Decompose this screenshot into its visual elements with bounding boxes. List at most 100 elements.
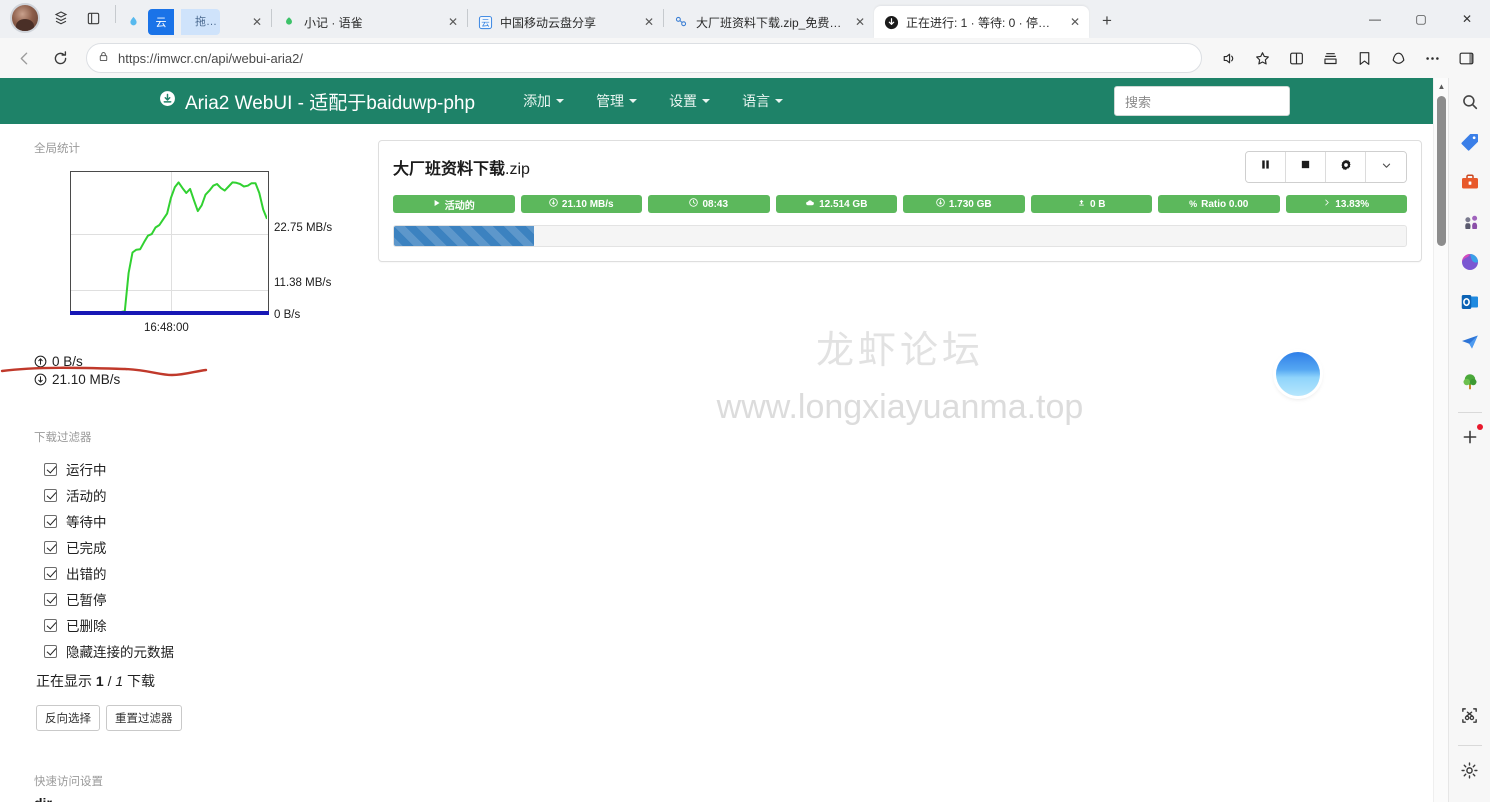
checkbox-icon[interactable] — [44, 462, 57, 476]
tab-close-icon[interactable]: ✕ — [641, 14, 657, 30]
app-brand[interactable]: Aria2 WebUI - 适配于baiduwp-php — [159, 88, 475, 115]
percent-icon: % — [1189, 198, 1198, 209]
nav-item-add[interactable]: 添加 — [507, 91, 580, 111]
navbar-links: 添加 管理 设置 语言 — [507, 91, 799, 111]
maximize-button[interactable]: ▢ — [1398, 0, 1444, 38]
browser-toolbar: https://imwcr.cn/api/webui-aria2/ — [0, 38, 1490, 78]
back-icon[interactable] — [8, 42, 40, 74]
pause-button[interactable] — [1246, 152, 1286, 182]
new-tab-button[interactable]: + — [1093, 7, 1121, 35]
minimize-button[interactable]: — — [1352, 0, 1398, 38]
play-icon — [433, 199, 441, 210]
settings-gear-icon[interactable] — [1454, 754, 1486, 786]
outlook-icon[interactable] — [1454, 286, 1486, 318]
nav-item-language-label: 语言 — [742, 93, 771, 109]
invert-selection-button[interactable]: 反向选择 — [36, 705, 100, 731]
scrollbar-thumb[interactable] — [1437, 96, 1446, 246]
chart-ytick-3: 0 B/s — [274, 309, 301, 321]
tab-close-icon[interactable]: ✕ — [445, 14, 461, 30]
quick-access-title: 快速访问设置 — [34, 776, 103, 788]
vertical-tabs-icon[interactable] — [78, 3, 108, 33]
filter-label: 运行中 — [66, 463, 107, 478]
tab-close-icon[interactable]: ✕ — [1067, 14, 1083, 30]
badge-label: 13.83% — [1335, 198, 1370, 210]
browser-tab[interactable]: 云 拖拽上传 ✕ — [121, 6, 271, 38]
browser-window: 云 拖拽上传 ✕ 小记 · 语雀 ✕ 云 中国移动云盘分享 ✕ — [0, 0, 1490, 802]
watermark-url: www.longxiayuanma.top — [716, 388, 1084, 426]
search-input[interactable]: 搜索 — [1114, 86, 1290, 116]
badge-eta: 08:43 — [648, 195, 770, 213]
reset-filters-button[interactable]: 重置过滤器 — [106, 705, 182, 731]
floating-widget-orb[interactable] — [1276, 352, 1320, 396]
refresh-icon[interactable] — [44, 42, 76, 74]
download-extension: .zip — [505, 161, 530, 178]
nav-item-manage[interactable]: 管理 — [580, 91, 653, 111]
browser-essentials-icon[interactable] — [1382, 42, 1414, 74]
nav-item-settings-label: 设置 — [669, 93, 698, 109]
toolbar-right-actions — [1212, 42, 1482, 74]
checkbox-icon[interactable] — [44, 514, 57, 528]
more-dropdown-button[interactable] — [1366, 152, 1406, 182]
filter-buttons: 反向选择 重置过滤器 — [36, 705, 332, 731]
nav-item-settings[interactable]: 设置 — [653, 91, 726, 111]
tab-title: 正在进行: 1 · 等待: 0 · 停止: 0 – — [906, 15, 1060, 30]
nav-item-language[interactable]: 语言 — [726, 91, 799, 111]
tree-icon[interactable] — [1454, 366, 1486, 398]
page-scrollbar[interactable]: ▲ — [1433, 78, 1448, 802]
tabstrip-left-controls — [6, 0, 121, 38]
chart-upload-baseline — [70, 311, 269, 315]
favorites-bar-icon[interactable] — [1348, 42, 1380, 74]
filter-label: 已暂停 — [66, 593, 107, 608]
filter-row-waiting[interactable]: 等待中 — [44, 511, 332, 531]
quick-access-key: dir — [34, 795, 332, 802]
shopping-tag-icon[interactable] — [1454, 126, 1486, 158]
filter-row-active[interactable]: 活动的 — [44, 485, 332, 505]
tab-close-icon[interactable]: ✕ — [852, 14, 868, 30]
window-controls: — ▢ ✕ — [1352, 0, 1490, 38]
checkbox-icon[interactable] — [44, 566, 57, 580]
checkbox-icon[interactable] — [44, 488, 57, 502]
lock-icon — [97, 50, 110, 66]
close-button[interactable]: ✕ — [1444, 0, 1490, 38]
filter-row-hide-metadata[interactable]: 隐藏连接的元数据 — [44, 641, 332, 661]
filter-row-complete[interactable]: 已完成 — [44, 537, 332, 557]
filter-row-removed[interactable]: 已删除 — [44, 615, 332, 635]
tab-title: 拖拽上传 — [181, 9, 220, 35]
quick-access-settings: 快速访问设置 dir C:\Users\Administrator\Deskto… — [34, 773, 332, 802]
settings-button[interactable] — [1326, 152, 1366, 182]
split-screen-icon[interactable] — [1280, 42, 1312, 74]
address-bar[interactable]: https://imwcr.cn/api/webui-aria2/ — [86, 43, 1202, 73]
collections-icon[interactable] — [1314, 42, 1346, 74]
add-sidebar-app-icon[interactable] — [1454, 421, 1486, 453]
filter-row-paused[interactable]: 已暂停 — [44, 589, 332, 609]
stop-icon — [1299, 158, 1312, 176]
microsoft365-icon[interactable] — [1454, 246, 1486, 278]
tab-collections-icon[interactable] — [46, 3, 76, 33]
checkbox-icon[interactable] — [44, 540, 57, 554]
search-icon[interactable] — [1454, 86, 1486, 118]
browser-tab-active[interactable]: 正在进行: 1 · 等待: 0 · 停止: 0 – ✕ — [874, 6, 1089, 38]
favorite-star-icon[interactable] — [1246, 42, 1278, 74]
tools-briefcase-icon[interactable] — [1454, 166, 1486, 198]
browser-tab[interactable]: 大厂班资料下载.zip_免费高速下… ✕ — [664, 6, 874, 38]
screenshot-snip-icon[interactable] — [1454, 699, 1486, 731]
tab-title: 小记 · 语雀 — [304, 15, 363, 30]
settings-more-icon[interactable] — [1416, 42, 1448, 74]
tab-close-icon[interactable]: ✕ — [249, 14, 265, 30]
scrollbar-up-arrow[interactable]: ▲ — [1434, 78, 1448, 94]
showing-separator: / — [103, 673, 116, 689]
read-aloud-icon[interactable] — [1212, 42, 1244, 74]
checkbox-icon[interactable] — [44, 618, 57, 632]
sidebar-toggle-icon[interactable] — [1450, 42, 1482, 74]
showing-current: 1 — [95, 673, 104, 689]
checkbox-icon[interactable] — [44, 644, 57, 658]
checkbox-icon[interactable] — [44, 592, 57, 606]
filter-row-error[interactable]: 出错的 — [44, 563, 332, 583]
filter-row-running[interactable]: 运行中 — [44, 459, 332, 479]
browser-tab[interactable]: 小记 · 语雀 ✕ — [272, 6, 467, 38]
browser-tab[interactable]: 云 中国移动云盘分享 ✕ — [468, 6, 663, 38]
profile-avatar[interactable] — [10, 3, 40, 33]
stop-button[interactable] — [1286, 152, 1326, 182]
games-icon[interactable] — [1454, 206, 1486, 238]
paper-plane-icon[interactable] — [1454, 326, 1486, 358]
